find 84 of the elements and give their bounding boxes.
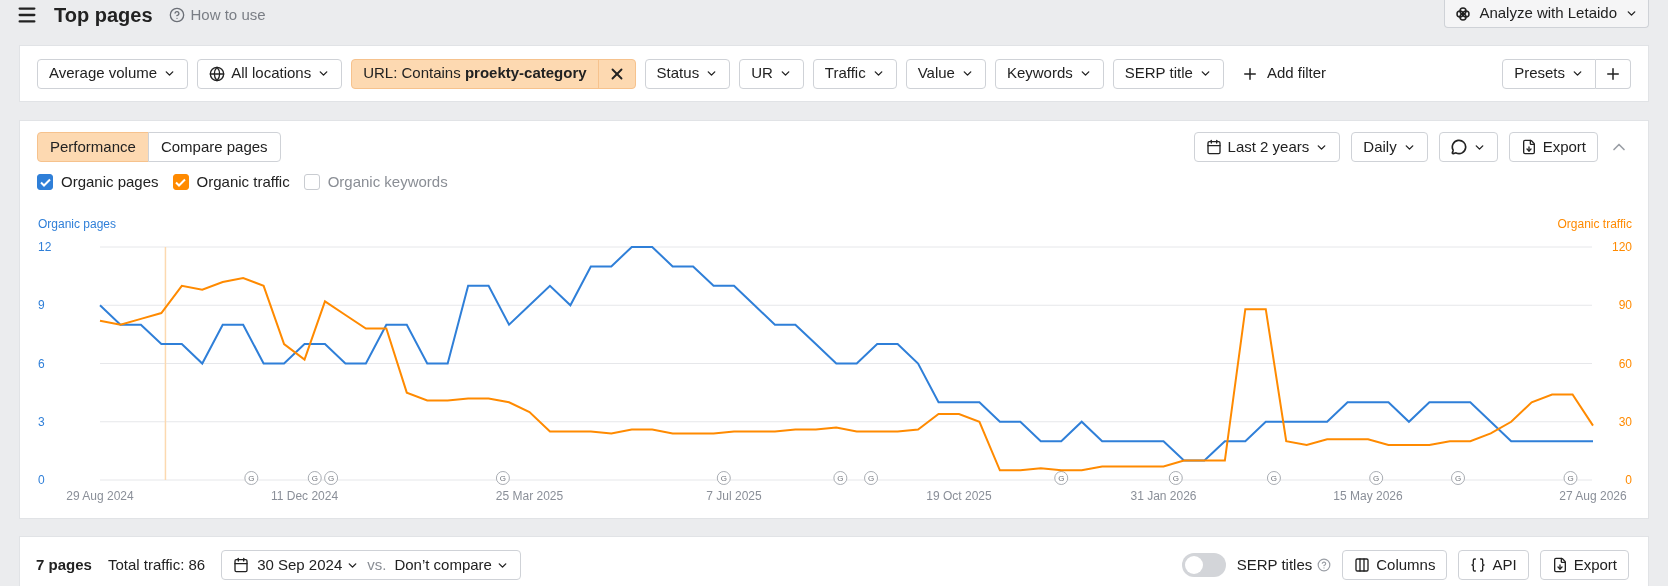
- toggle-label: SERP titles: [1236, 554, 1313, 575]
- check-icon: [175, 177, 187, 187]
- update-marker[interactable]: G: [1563, 471, 1578, 485]
- metric-label: Organic traffic: [196, 171, 290, 192]
- axis-label: 31 Jan 2026: [1130, 489, 1197, 503]
- menu-icon[interactable]: [16, 4, 38, 26]
- filter-dropdown[interactable]: Average volume: [37, 58, 189, 89]
- axis-label: 11 Dec 2024: [270, 489, 339, 503]
- update-marker[interactable]: G: [1451, 471, 1465, 485]
- update-marker[interactable]: G: [864, 471, 879, 485]
- total-traffic: Total traffic: 86: [107, 554, 206, 575]
- update-marker[interactable]: G: [716, 471, 731, 485]
- download-icon: [1520, 139, 1537, 155]
- update-marker[interactable]: G: [495, 471, 510, 485]
- add-preset-button[interactable]: [1596, 58, 1631, 89]
- annotations-dropdown[interactable]: [1438, 132, 1498, 162]
- add-filter-button[interactable]: Add filter: [1232, 58, 1335, 89]
- interval-dropdown[interactable]: Daily: [1351, 132, 1428, 162]
- update-marker[interactable]: G: [833, 471, 848, 485]
- update-marker[interactable]: G: [324, 471, 339, 485]
- api-button[interactable]: API: [1458, 550, 1529, 580]
- axis-label: 29 Aug 2024: [66, 489, 134, 503]
- flower-icon: [1455, 5, 1472, 22]
- axis-label: 3: [38, 414, 45, 429]
- axis-label: 120: [1611, 240, 1632, 254]
- comment-icon: [1450, 139, 1467, 155]
- globe-icon: [209, 65, 226, 82]
- axis-label: 9: [38, 298, 45, 313]
- axis-label: 27 Aug 2026: [1559, 489, 1627, 503]
- location-dropdown[interactable]: All locations: [197, 58, 343, 89]
- export-button[interactable]: Export: [1539, 550, 1629, 580]
- axis-label: 0: [38, 473, 45, 487]
- filter-dropdown[interactable]: Value: [905, 58, 986, 89]
- help-icon: [168, 7, 185, 23]
- axis-label: 7 Jul 2025: [706, 489, 762, 503]
- axis-label: 6: [38, 356, 45, 371]
- vs-label: vs.: [367, 554, 387, 575]
- axis-label: 15 May 2026: [1333, 489, 1403, 503]
- right-axis-title: Organic traffic: [1557, 217, 1632, 231]
- axis-label: 0: [1625, 473, 1632, 487]
- help-link[interactable]: How to use: [190, 3, 266, 27]
- left-axis-title: Organic pages: [38, 217, 117, 231]
- compare-dropdown[interactable]: Don’t compare: [394, 553, 509, 577]
- update-marker[interactable]: G: [307, 471, 322, 485]
- check-icon: [39, 177, 51, 187]
- analyze-button[interactable]: Analyze with Letaido: [1444, 0, 1649, 28]
- export-button[interactable]: Export: [1508, 132, 1598, 162]
- presets-dropdown[interactable]: Presets: [1502, 58, 1596, 89]
- metric-checkbox[interactable]: [303, 174, 320, 190]
- filter-dropdown[interactable]: Status: [644, 58, 731, 89]
- axis-label: 19 Oct 2025: [926, 489, 992, 503]
- date-range-dropdown[interactable]: Last 2 years: [1193, 132, 1341, 162]
- filter-dropdown[interactable]: SERP title: [1112, 58, 1224, 89]
- calendar-icon: [233, 557, 250, 573]
- columns-icon: [1354, 557, 1371, 573]
- filter-dropdown[interactable]: Traffic: [812, 58, 897, 89]
- metric-label: Organic keywords: [327, 171, 448, 192]
- axis-label: 25 Mar 2025: [495, 489, 564, 503]
- metric-checkbox[interactable]: [37, 174, 53, 190]
- view-tab[interactable]: Performance: [37, 132, 149, 162]
- view-tab[interactable]: Compare pages: [147, 132, 281, 162]
- axis-label: 30: [1618, 414, 1632, 429]
- update-marker[interactable]: G: [1168, 471, 1183, 485]
- axis-label: 90: [1618, 298, 1632, 313]
- serp-toggle[interactable]: [1181, 553, 1226, 577]
- date-dropdown[interactable]: 30 Sep 2024: [257, 553, 360, 577]
- braces-icon: [1470, 557, 1487, 573]
- update-marker[interactable]: G: [244, 471, 259, 485]
- filter-dropdown[interactable]: Keywords: [994, 58, 1104, 89]
- calendar-icon: [1205, 139, 1222, 155]
- update-marker[interactable]: G: [1266, 471, 1281, 485]
- filter-chip-label[interactable]: URL: Contains proekty-category: [352, 62, 598, 85]
- metric-checkbox[interactable]: [172, 174, 189, 190]
- help-icon: [1317, 558, 1332, 572]
- columns-button[interactable]: Columns: [1342, 550, 1448, 580]
- download-icon: [1551, 557, 1568, 573]
- axis-label: 12: [38, 240, 52, 254]
- axis-label: 60: [1618, 356, 1632, 371]
- filter-dropdown[interactable]: UR: [739, 58, 804, 89]
- update-marker[interactable]: G: [1369, 471, 1384, 485]
- update-marker[interactable]: G: [1054, 471, 1069, 485]
- page-title: Top pages: [54, 3, 153, 28]
- page-count: 7 pages: [36, 554, 92, 575]
- metric-label: Organic pages: [61, 171, 159, 192]
